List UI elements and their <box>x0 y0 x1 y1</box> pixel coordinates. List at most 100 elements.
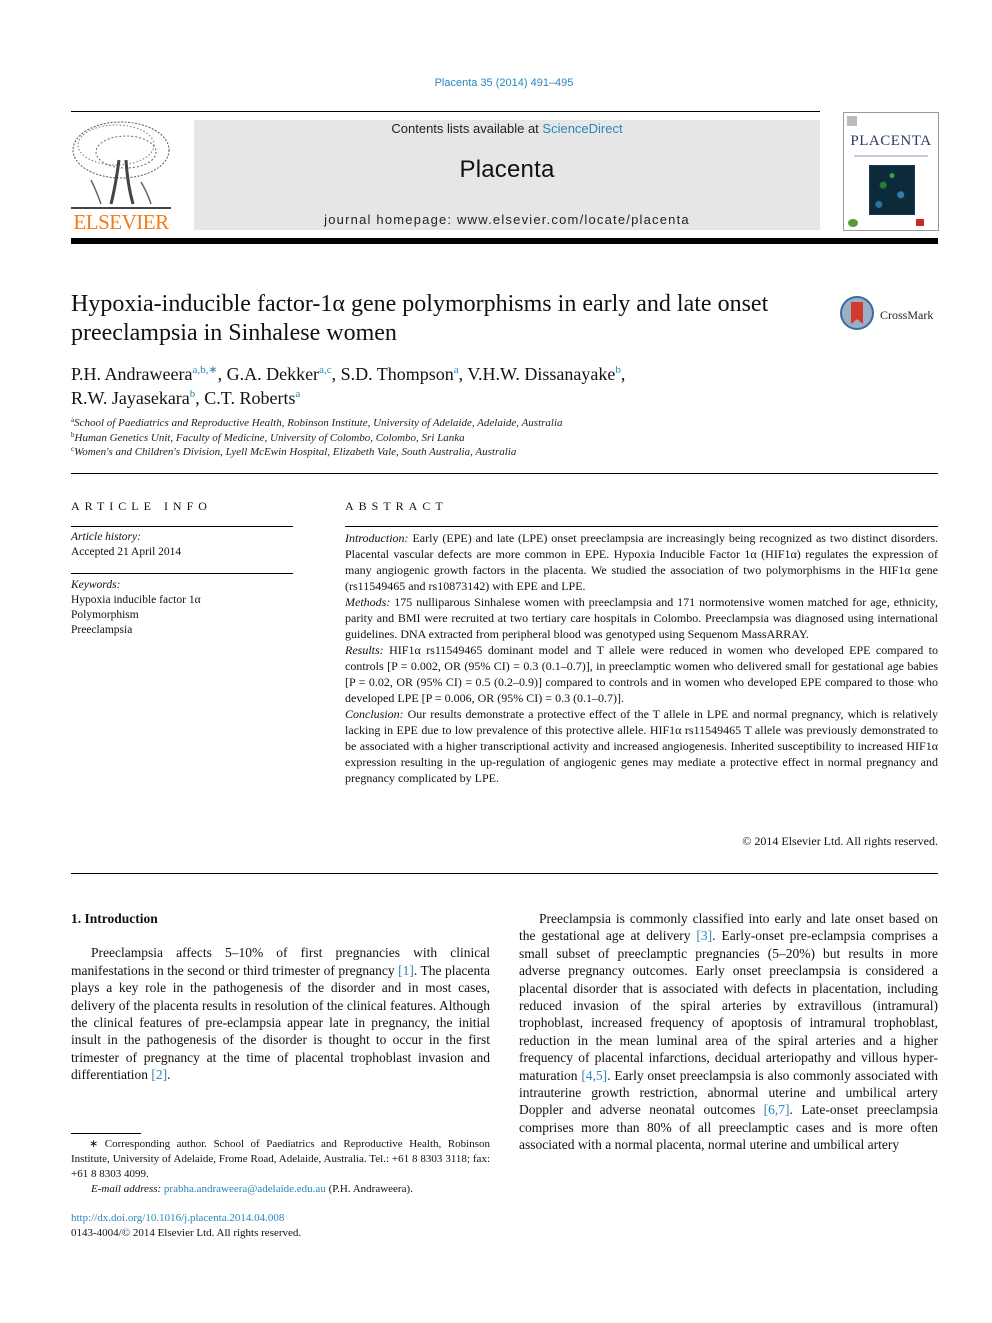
abstract-section: Introduction: Early (EPE) and late (LPE)… <box>345 530 938 594</box>
affiliation-text: School of Paediatrics and Reproductive H… <box>74 417 563 429</box>
email-label: E-mail address: <box>91 1183 162 1195</box>
body-column-right: Preeclampsia is commonly classified into… <box>519 910 938 1154</box>
author: V.H.W. Dissanayakeb, <box>467 364 625 384</box>
keyword: Hypoxia inducible factor 1α <box>71 594 201 606</box>
author: R.W. Jayasekarab, <box>71 388 204 408</box>
author-affil-link[interactable]: a,b,∗ <box>192 364 217 376</box>
author-affil-link[interactable]: a,c <box>319 364 332 376</box>
keywords-label: Keywords: <box>71 579 121 591</box>
doi-block: http://dx.doi.org/10.1016/j.placenta.201… <box>71 1211 301 1241</box>
author-name: S.D. Thompson <box>340 364 454 384</box>
article-title: Hypoxia-inducible factor-1α gene polymor… <box>71 291 769 346</box>
text-run: . Early-onset pre-eclampsia comprises a … <box>519 928 938 1083</box>
divider <box>71 873 938 874</box>
keywords: Keywords: Hypoxia inducible factor 1α Po… <box>71 578 293 638</box>
contents-line: Contents lists available at ScienceDirec… <box>194 121 820 136</box>
author-name: G.A. Dekker <box>226 364 320 384</box>
sciencedirect-link[interactable]: ScienceDirect <box>542 121 622 136</box>
crossmark-ribbon-icon <box>851 302 863 324</box>
author-affil-link[interactable]: a <box>295 388 300 400</box>
abstract-section: Methods: 175 nulliparous Sinhalese women… <box>345 594 938 642</box>
crossmark-badge[interactable]: CrossMark <box>840 296 940 334</box>
body-column-left: 1. Introduction Preeclampsia affects 5–1… <box>71 910 490 1084</box>
contents-prefix: Contents lists available at <box>391 121 543 136</box>
section-heading: 1. Introduction <box>71 911 158 926</box>
cover-publisher-logo-icon <box>916 219 924 226</box>
abstract-body: Introduction: Early (EPE) and late (LPE)… <box>345 530 938 786</box>
citation-link[interactable]: [4,5] <box>581 1068 607 1083</box>
elsevier-logo[interactable]: ELSEVIER <box>71 120 171 234</box>
article-history-label: Article history: <box>71 531 141 543</box>
keyword: Preeclampsia <box>71 624 133 636</box>
author-sep: , <box>331 364 341 384</box>
affiliation: aSchool of Paediatrics and Reproductive … <box>71 416 831 431</box>
journal-reference-link[interactable]: Placenta 35 (2014) 491–495 <box>0 77 992 89</box>
affiliation-text: Women's and Children's Division, Lyell M… <box>74 446 517 458</box>
crossmark-label: CrossMark <box>880 308 934 322</box>
copyright-notice: © 2014 Elsevier Ltd. All rights reserved… <box>742 834 938 848</box>
divider <box>71 526 293 527</box>
article-history-value: Accepted 21 April 2014 <box>71 546 182 558</box>
abstract-section-label: Conclusion: <box>345 707 404 721</box>
elsevier-tree-icon <box>71 120 171 212</box>
citation-link[interactable]: [1] <box>398 963 414 978</box>
elsevier-wordmark: ELSEVIER <box>73 210 169 234</box>
journal-title: Placenta <box>459 156 555 183</box>
author-name: R.W. Jayasekara <box>71 388 190 408</box>
author-sep: , <box>217 364 227 384</box>
abstract-section-text: Early (EPE) and late (LPE) onset preecla… <box>345 531 939 593</box>
cover-society-logo-icon <box>848 219 858 227</box>
abstract-section: Conclusion: Our results demonstrate a pr… <box>345 706 938 786</box>
citation-link[interactable]: [3] <box>696 928 712 943</box>
cover-subtitle-bar <box>854 155 928 157</box>
author-sep: , <box>620 364 626 384</box>
abstract-heading: ABSTRACT <box>345 499 448 513</box>
crossmark-icon <box>840 296 874 330</box>
affiliations: aSchool of Paediatrics and Reproductive … <box>71 416 831 460</box>
paragraph: Preeclampsia is commonly classified into… <box>519 910 938 1154</box>
abstract-section-label: Introduction: <box>345 531 409 545</box>
footnote-rule <box>71 1133 141 1134</box>
divider <box>345 526 938 527</box>
email-link[interactable]: prabha.andraweera@adelaide.edu.au <box>164 1183 326 1195</box>
author-name: C.T. Roberts <box>204 388 296 408</box>
text-run: . <box>167 1067 171 1083</box>
abstract-section-label: Methods: <box>345 595 391 609</box>
abstract-section-text: HIF1α rs11549465 dominant model and T al… <box>345 643 939 705</box>
author: C.T. Robertsa <box>204 388 300 408</box>
affiliation: cWomen's and Children's Division, Lyell … <box>71 445 831 460</box>
abstract-section-text: 175 nulliparous Sinhalese women with pre… <box>345 595 939 641</box>
footnote: ∗ Corresponding author. School of Paedia… <box>71 1137 490 1197</box>
author-name: P.H. Andraweera <box>71 364 193 384</box>
author: G.A. Dekkera,c, <box>227 364 341 384</box>
divider <box>71 573 293 574</box>
email-suffix: (P.H. Andraweera). <box>325 1183 413 1195</box>
cover-title: PLACENTA <box>850 133 932 149</box>
citation-link[interactable]: [6,7] <box>764 1102 790 1117</box>
cover-elsevier-icon <box>847 116 857 126</box>
abstract-section-text: Our results demonstrate a protective eff… <box>345 707 939 785</box>
cover-micrograph-image <box>869 165 915 215</box>
issn-line: 0143-4004/© 2014 Elsevier Ltd. All right… <box>71 1227 302 1239</box>
affiliation-text: Human Genetics Unit, Faculty of Medicine… <box>74 431 465 444</box>
author: S.D. Thompsona, <box>341 364 468 384</box>
text-run: . The placenta plays a key role in the p… <box>71 962 490 1083</box>
abstract-section: Results: HIF1α rs11549465 dominant model… <box>345 642 938 706</box>
author: P.H. Andraweeraa,b,∗, <box>71 364 227 384</box>
header-rule <box>71 111 820 112</box>
header-thick-rule <box>71 238 938 244</box>
journal-banner: Contents lists available at ScienceDirec… <box>194 120 820 230</box>
author-name: V.H.W. Dissanayake <box>467 364 616 384</box>
keyword: Polymorphism <box>71 609 139 621</box>
journal-cover[interactable]: PLACENTA <box>843 112 939 231</box>
corresponding-author-note: ∗ Corresponding author. School of Paedia… <box>71 1138 490 1180</box>
email-line: E-mail address: prabha.andraweera@adelai… <box>71 1182 490 1197</box>
citation-link[interactable]: [2] <box>151 1067 167 1082</box>
affiliation: bHuman Genetics Unit, Faculty of Medicin… <box>71 431 831 446</box>
abstract-section-label: Results: <box>345 643 384 657</box>
journal-homepage[interactable]: journal homepage: www.elsevier.com/locat… <box>194 212 820 227</box>
author-sep: , <box>195 388 205 408</box>
paragraph: Preeclampsia affects 5–10% of first preg… <box>71 944 490 1083</box>
article-info-heading: ARTICLE INFO <box>71 499 212 513</box>
doi-link[interactable]: http://dx.doi.org/10.1016/j.placenta.201… <box>71 1212 284 1224</box>
